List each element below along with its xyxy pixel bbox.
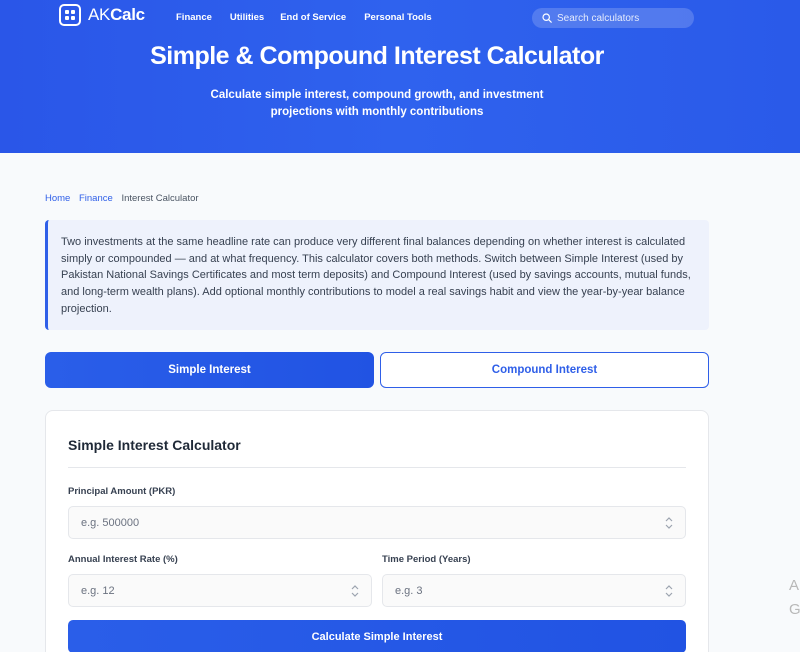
intro-text: Two investments at the same headline rat… <box>61 236 691 315</box>
principal-field-wrapper <box>68 506 686 539</box>
intro-callout: Two investments at the same headline rat… <box>45 220 709 330</box>
main-nav: Finance Utilities End of Service Persona… <box>176 12 432 23</box>
period-label: Time Period (Years) <box>382 554 471 565</box>
search-input[interactable] <box>557 12 687 24</box>
tab-compound-interest[interactable]: Compound Interest <box>380 352 709 388</box>
calculator-title: Simple Interest Calculator <box>68 437 241 453</box>
rate-input[interactable] <box>81 584 313 597</box>
calculator-card: Simple Interest Calculator Principal Amo… <box>45 410 709 652</box>
period-field-wrapper <box>382 574 686 607</box>
overflow-glyph: G <box>789 601 800 618</box>
tab-simple-interest[interactable]: Simple Interest <box>45 352 374 388</box>
rate-field-wrapper <box>68 574 372 607</box>
calculate-simple-interest-button[interactable]: Calculate Simple Interest <box>68 620 686 652</box>
nav-finance[interactable]: Finance <box>176 12 212 23</box>
spinner-arrows-icon[interactable] <box>351 584 359 598</box>
principal-label: Principal Amount (PKR) <box>68 486 176 497</box>
principal-input[interactable] <box>81 516 565 529</box>
spinner-arrows-icon[interactable] <box>665 584 673 598</box>
rate-label: Annual Interest Rate (%) <box>68 554 178 565</box>
brand-name: AKCalc <box>88 5 145 24</box>
divider <box>68 467 686 468</box>
nav-personal-tools[interactable]: Personal Tools <box>364 12 431 23</box>
page-title: Simple & Compound Interest Calculator <box>150 42 604 70</box>
nav-utilities[interactable]: Utilities <box>230 12 264 23</box>
breadcrumb-current: Interest Calculator <box>121 193 199 204</box>
breadcrumb-finance[interactable]: Finance <box>79 193 113 204</box>
overflow-glyph: A <box>789 577 800 594</box>
page-subtitle: Calculate simple interest, compound grow… <box>210 89 544 118</box>
nav-end-of-service[interactable]: End of Service <box>280 12 346 23</box>
breadcrumb: Home Finance Interest Calculator <box>45 193 199 204</box>
search-icon <box>542 13 552 23</box>
logo[interactable]: AKCalc <box>59 4 145 26</box>
search-box[interactable] <box>532 8 694 28</box>
calculator-grid-icon <box>59 4 81 26</box>
period-input[interactable] <box>395 584 627 597</box>
breadcrumb-home[interactable]: Home <box>45 193 70 204</box>
hero-header: AKCalc Finance Utilities End of Service … <box>0 0 800 153</box>
spinner-arrows-icon[interactable] <box>665 516 673 530</box>
